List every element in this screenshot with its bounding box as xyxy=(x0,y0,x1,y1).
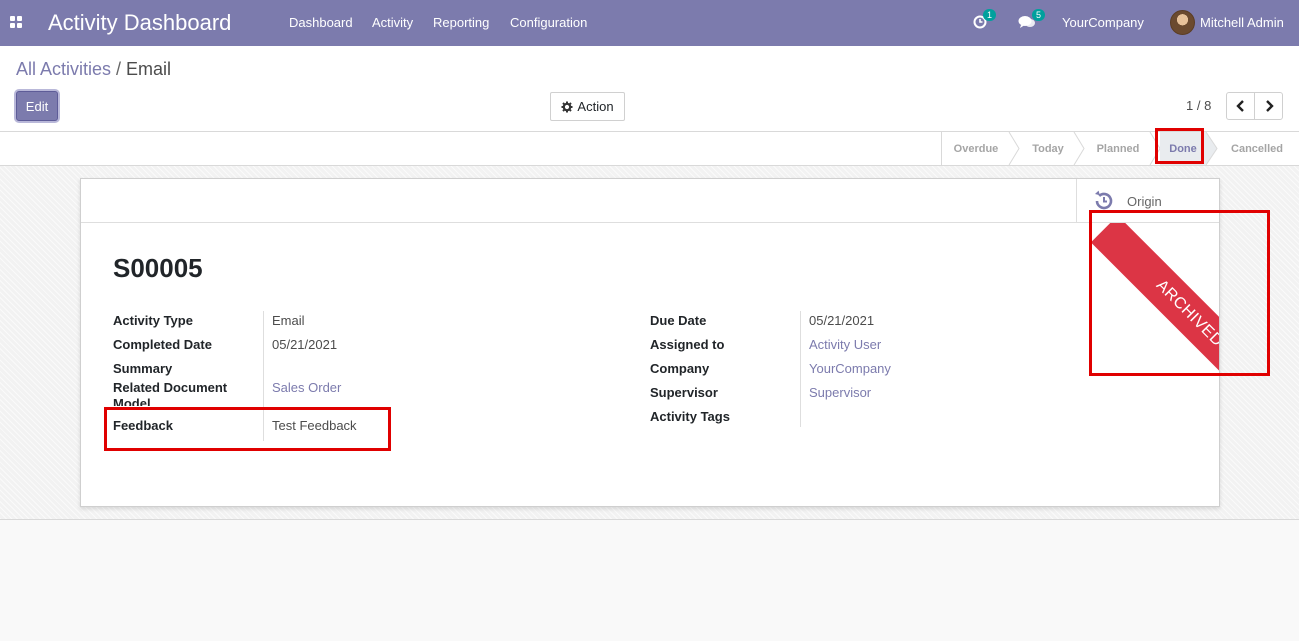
label-related-document-model: Related Document Model xyxy=(113,380,228,406)
pager-previous-button[interactable] xyxy=(1226,92,1255,120)
stage-arrow xyxy=(1008,132,1020,165)
label-supervisor: Supervisor xyxy=(650,385,718,400)
stage-arrow xyxy=(1073,132,1085,165)
message-count-badge: 5 xyxy=(1032,9,1045,21)
label-summary: Summary xyxy=(113,361,173,376)
chevron-left-icon xyxy=(1235,100,1244,112)
value-completed-date: 05/21/2021 xyxy=(272,337,338,352)
user-menu[interactable]: Mitchell Admin xyxy=(1200,15,1284,30)
label-feedback: Feedback xyxy=(113,418,173,433)
app-title: Activity Dashboard xyxy=(48,10,232,35)
field-separator xyxy=(800,311,801,427)
edit-button[interactable]: Edit xyxy=(16,91,58,121)
company-switcher[interactable]: YourCompany xyxy=(1062,15,1144,30)
label-completed-date: Completed Date xyxy=(113,337,212,352)
record-title: S00005 xyxy=(113,253,203,283)
value-company[interactable]: YourCompany xyxy=(809,361,891,376)
action-button[interactable]: Action xyxy=(550,92,625,121)
breadcrumb-current: Email xyxy=(126,59,172,79)
control-panel: All Activities / Email Edit Action 1 / 8 xyxy=(0,46,1299,132)
label-activity-tags: Activity Tags xyxy=(650,409,730,424)
history-icon xyxy=(1095,190,1113,210)
form-sheet: Origin ARCHIVED S00005 Activity Type Ema… xyxy=(80,178,1220,507)
smart-button-box: Origin xyxy=(81,179,1219,223)
value-activity-type: Email xyxy=(272,313,305,328)
breadcrumb-separator: / xyxy=(116,59,122,79)
label-assigned-to: Assigned to xyxy=(650,337,725,352)
menu-dashboard[interactable]: Dashboard xyxy=(289,15,353,30)
origin-button[interactable]: Origin xyxy=(1076,179,1219,223)
breadcrumb: All Activities / Email xyxy=(16,59,171,80)
breadcrumb-all-activities[interactable]: All Activities xyxy=(16,59,111,79)
pager-value[interactable]: 1 / 8 xyxy=(1186,98,1211,113)
field-separator xyxy=(263,311,264,441)
label-activity-type: Activity Type xyxy=(113,313,193,328)
stage-planned[interactable]: Planned xyxy=(1085,132,1151,165)
chevron-right-icon xyxy=(1265,100,1274,112)
menu-reporting[interactable]: Reporting xyxy=(433,15,489,30)
origin-label: Origin xyxy=(1127,193,1162,209)
apps-menu-icon[interactable] xyxy=(10,16,22,28)
avatar[interactable] xyxy=(1170,10,1195,35)
messaging-systray[interactable]: 5 xyxy=(1018,9,1046,31)
value-related-document-model[interactable]: Sales Order xyxy=(272,380,341,395)
label-due-date: Due Date xyxy=(650,313,707,328)
value-assigned-to[interactable]: Activity User xyxy=(809,337,881,352)
menu-activity[interactable]: Activity xyxy=(372,15,413,30)
menu-configuration[interactable]: Configuration xyxy=(510,15,587,30)
archived-ribbon: ARCHIVED xyxy=(1081,223,1219,373)
activity-systray[interactable]: 1 xyxy=(973,9,997,31)
label-company: Company xyxy=(650,361,710,376)
top-navbar: Activity Dashboard Dashboard Activity Re… xyxy=(0,0,1299,46)
pager-next-button[interactable] xyxy=(1254,92,1283,120)
stage-arrow-active xyxy=(1206,132,1218,165)
value-supervisor[interactable]: Supervisor xyxy=(809,385,871,400)
stage-cancelled[interactable]: Cancelled xyxy=(1222,132,1292,165)
gear-icon xyxy=(561,101,573,112)
activity-count-badge: 1 xyxy=(983,9,996,21)
stage-today[interactable]: Today xyxy=(1020,132,1076,165)
stage-overdue[interactable]: Overdue xyxy=(942,132,1010,165)
action-label: Action xyxy=(577,99,614,114)
status-bar: Overdue Today Planned Done Cancelled xyxy=(0,132,1299,166)
stage-done[interactable]: Done xyxy=(1160,132,1206,165)
value-feedback: Test Feedback xyxy=(272,418,357,433)
ribbon-label: ARCHIVED xyxy=(1090,223,1219,373)
value-due-date: 05/21/2021 xyxy=(809,313,875,328)
